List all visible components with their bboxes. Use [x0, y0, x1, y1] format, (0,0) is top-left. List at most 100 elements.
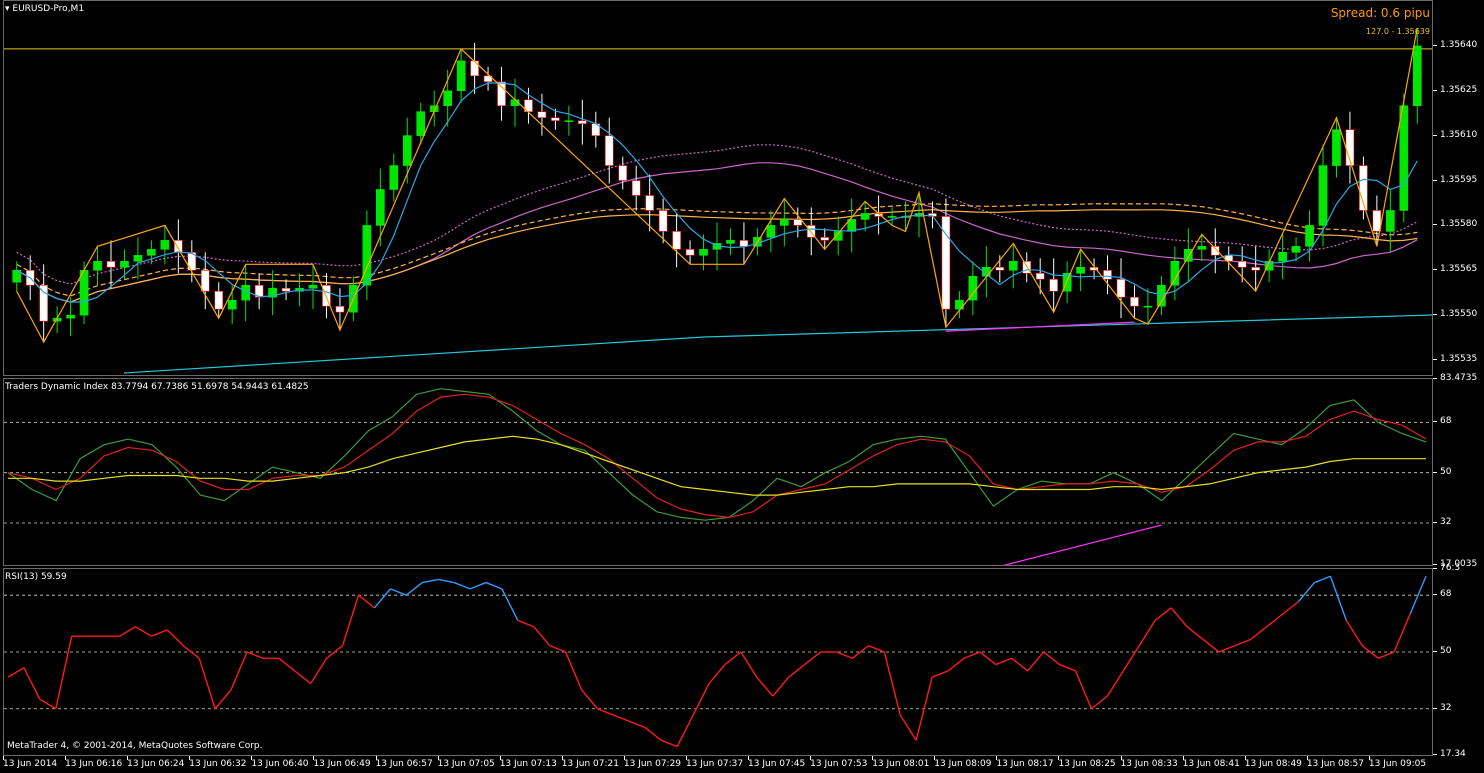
tdi-plot[interactable]: [3, 378, 1433, 566]
time-label: 13 Jun 07:21: [561, 759, 619, 769]
candle-body: [120, 261, 129, 268]
rsi-plot[interactable]: [3, 568, 1433, 756]
price-axis-label: 1.35535: [1440, 354, 1478, 365]
rsi-segment: [868, 645, 885, 653]
dropdown-arrow-icon[interactable]: ▾: [5, 4, 10, 14]
rsi-segment: [1266, 613, 1284, 628]
time-label: 13 Jun 07:45: [748, 759, 806, 769]
rsi-segment: [836, 651, 853, 659]
rsi-segment: [517, 619, 535, 628]
candle-body: [685, 249, 695, 256]
rsi-segment: [485, 581, 503, 590]
candle-body: [335, 305, 345, 313]
time-label: 13 Jun 08:57: [1306, 759, 1364, 769]
rsi-segment: [995, 657, 1013, 666]
rsi-segment: [214, 689, 232, 710]
rsi-segment: [692, 683, 710, 716]
rsi-segment: [644, 727, 662, 741]
rsi-segment: [39, 698, 57, 710]
candle-body: [1412, 45, 1422, 107]
candle-body: [1076, 266, 1085, 274]
candle-body: [93, 261, 102, 271]
candle-body: [1318, 165, 1328, 226]
candle-body: [1399, 105, 1409, 211]
candle-body: [604, 135, 614, 166]
rsi-segment: [119, 626, 136, 637]
rsi-panel[interactable]: RSI(13) 59.59 76.3 68 50 32 17.34: [0, 563, 1484, 759]
tdi-axis-tick: [1433, 378, 1437, 379]
candle-body: [214, 290, 224, 310]
time-label: 13 Jun 08:49: [1244, 759, 1302, 769]
price-axis-tick: [1433, 179, 1437, 181]
rsi-segment: [756, 676, 774, 697]
tdi-axis: 83.4735 68 50 32 17.0035: [1433, 373, 1484, 569]
time-label: 13 Jun 06:40: [251, 759, 309, 769]
fib-level-label: 127.0 - 1.35639: [1366, 27, 1430, 36]
candle-body: [1157, 284, 1166, 307]
candle-body: [173, 240, 183, 253]
candle-body: [200, 269, 210, 292]
rsi-segment: [1250, 626, 1268, 640]
tdi-axis-label: 50: [1440, 466, 1452, 477]
tdi-price-line: [7, 388, 1427, 521]
candle-body: [160, 240, 170, 250]
rsi-segment: [1329, 576, 1347, 621]
candle-body: [618, 165, 628, 181]
tdi-chart[interactable]: [4, 379, 1432, 565]
rsi-segment: [1106, 670, 1124, 697]
candle-body: [497, 81, 506, 107]
price-panel[interactable]: ▾ EURUSD-Pro,M1 Spread: 0.6 pipu 127.0 -…: [0, 0, 1484, 378]
candle-body: [133, 255, 143, 262]
candle-body: [1278, 252, 1287, 262]
rsi-segment: [501, 588, 519, 621]
tdi-axis-label: 32: [1440, 517, 1452, 528]
price-axis-label: 1.35595: [1440, 174, 1478, 185]
price-axis-tick: [1433, 44, 1437, 46]
candle-body: [955, 299, 964, 310]
candle-body: [766, 225, 776, 238]
rsi-axis-tick: [1433, 594, 1437, 596]
tdi-axis-label: 68: [1440, 416, 1452, 427]
price-axis: 1.35640 1.35625 1.35610 1.35595 1.35580 1.355…: [1433, 0, 1484, 378]
rsi-segment: [533, 626, 551, 647]
candle-body: [860, 213, 870, 220]
candle-body: [281, 287, 291, 292]
time-label: 13 Jun 07:05: [437, 759, 495, 769]
time-label: 13 Jun 06:24: [127, 759, 185, 769]
candle-body: [443, 90, 453, 107]
candle-body: [658, 210, 668, 232]
rsi-segment: [1090, 695, 1108, 710]
tdi-axis-tick: [1433, 564, 1437, 565]
time-axis: 13 Jun 2014 13 Jun 06:16 13 Jun 06:24 13 Ju…: [0, 756, 1484, 773]
tdi-axis-tick: [1433, 522, 1437, 524]
rsi-axis-label: 32: [1440, 702, 1452, 713]
candle-body: [308, 284, 318, 289]
time-label: 13 Jun 2014: [3, 759, 58, 769]
candle-body: [537, 111, 547, 118]
rsi-chart[interactable]: [4, 569, 1432, 755]
price-chart[interactable]: [4, 1, 1432, 375]
price-divergence-line: [945, 321, 1135, 332]
time-label: 13 Jun 07:37: [685, 759, 744, 769]
rsi-axis-tick: [1433, 650, 1437, 652]
time-label: 13 Jun 06:16: [65, 759, 123, 769]
price-axis-label: 1.35625: [1440, 84, 1478, 95]
tdi-axis-tick: [1433, 421, 1437, 423]
time-label: 13 Jun 09:05: [1368, 759, 1427, 769]
candle-body: [1130, 296, 1139, 307]
tdi-divergence-line: [1002, 524, 1162, 565]
rsi-segment: [1314, 575, 1331, 584]
rsi-segment: [1059, 663, 1076, 672]
tdi-axis-tick: [1433, 471, 1437, 473]
price-axis-label: 1.35580: [1440, 219, 1478, 230]
tdi-panel[interactable]: Traders Dynamic Index 83.7794 67.7386 51…: [0, 373, 1484, 569]
candle-body: [739, 240, 749, 247]
candle-body: [402, 135, 412, 166]
zigzag-line: [16, 27, 1418, 344]
rsi-segment: [660, 739, 678, 748]
candle-body: [362, 225, 372, 286]
rsi-axis-tick: [1433, 568, 1437, 569]
price-axis-label: 1.35550: [1440, 309, 1478, 320]
price-plot[interactable]: [3, 0, 1433, 376]
rsi-segment: [7, 667, 25, 678]
